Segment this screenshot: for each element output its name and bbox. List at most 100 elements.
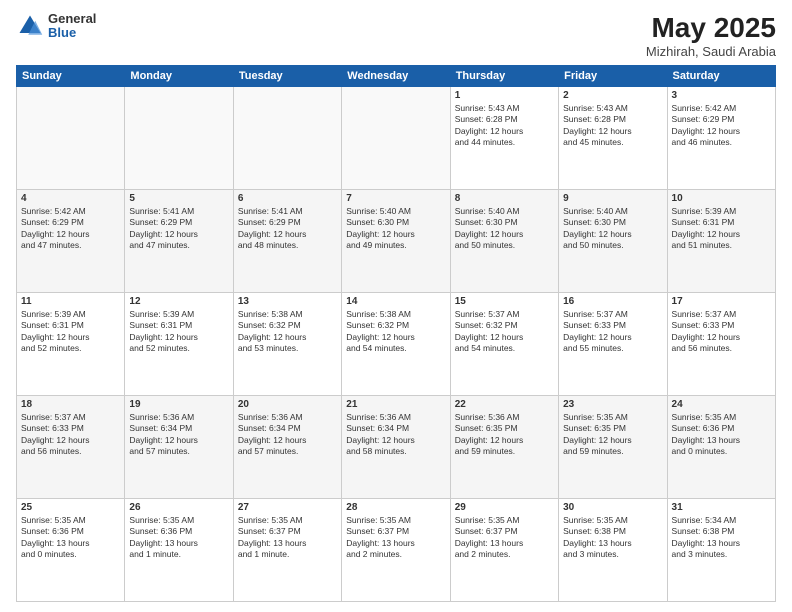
- day-info: Sunrise: 5:42 AM Sunset: 6:29 PM Dayligh…: [21, 206, 120, 252]
- calendar-week-row: 25Sunrise: 5:35 AM Sunset: 6:36 PM Dayli…: [17, 499, 776, 602]
- calendar-cell: [125, 87, 233, 190]
- day-number: 6: [238, 193, 337, 204]
- day-header-saturday: Saturday: [667, 66, 775, 87]
- calendar-week-row: 18Sunrise: 5:37 AM Sunset: 6:33 PM Dayli…: [17, 396, 776, 499]
- calendar-cell: 26Sunrise: 5:35 AM Sunset: 6:36 PM Dayli…: [125, 499, 233, 602]
- day-number: 30: [563, 502, 662, 513]
- calendar-cell: [342, 87, 450, 190]
- calendar-week-row: 11Sunrise: 5:39 AM Sunset: 6:31 PM Dayli…: [17, 293, 776, 396]
- calendar-cell: [233, 87, 341, 190]
- day-info: Sunrise: 5:39 AM Sunset: 6:31 PM Dayligh…: [672, 206, 771, 252]
- logo-text: General Blue: [48, 12, 96, 41]
- day-info: Sunrise: 5:37 AM Sunset: 6:33 PM Dayligh…: [21, 412, 120, 458]
- day-info: Sunrise: 5:39 AM Sunset: 6:31 PM Dayligh…: [129, 309, 228, 355]
- day-info: Sunrise: 5:35 AM Sunset: 6:35 PM Dayligh…: [563, 412, 662, 458]
- calendar-cell: 22 Sunrise: 5:36 AM Sunset: 6:35 PM Dayli…: [450, 396, 558, 499]
- day-info: Sunrise: 5:36 AM Sunset: 6:34 PM Dayligh…: [238, 412, 337, 458]
- day-number: 16: [563, 296, 662, 307]
- day-info: Sunrise: 5:36 AM Sunset: 6:34 PM Dayligh…: [346, 412, 445, 458]
- day-number: 14: [346, 296, 445, 307]
- day-number: 9: [563, 193, 662, 204]
- day-info: Sunrise: 5:35 AM Sunset: 6:37 PM Dayligh…: [346, 515, 445, 561]
- day-number: 15: [455, 296, 554, 307]
- calendar-cell: 8Sunrise: 5:40 AM Sunset: 6:30 PM Daylig…: [450, 190, 558, 293]
- calendar-table: SundayMondayTuesdayWednesdayThursdayFrid…: [16, 65, 776, 602]
- day-number: 2: [563, 90, 662, 101]
- day-number: 21: [346, 399, 445, 410]
- day-header-tuesday: Tuesday: [233, 66, 341, 87]
- day-number: 29: [455, 502, 554, 513]
- calendar-cell: 28 Sunrise: 5:35 AM Sunset: 6:37 PM Dayli…: [342, 499, 450, 602]
- logo-general: General: [48, 12, 96, 26]
- day-info: Sunrise: 5:42 AM Sunset: 6:29 PM Dayligh…: [672, 103, 771, 149]
- calendar-cell: [17, 87, 125, 190]
- calendar-cell: 11Sunrise: 5:39 AM Sunset: 6:31 PM Dayli…: [17, 293, 125, 396]
- title-block: May 2025 Mizhirah, Saudi Arabia: [646, 12, 776, 59]
- calendar-cell: 14 Sunrise: 5:38 AM Sunset: 6:32 PM Dayli…: [342, 293, 450, 396]
- calendar-cell: 15 Sunrise: 5:37 AM Sunset: 6:32 PM Dayli…: [450, 293, 558, 396]
- day-number: 8: [455, 193, 554, 204]
- calendar-cell: 16Sunrise: 5:37 AM Sunset: 6:33 PM Dayli…: [559, 293, 667, 396]
- day-info: Sunrise: 5:39 AM Sunset: 6:31 PM Dayligh…: [21, 309, 120, 355]
- calendar-cell: 20 Sunrise: 5:36 AM Sunset: 6:34 PM Dayli…: [233, 396, 341, 499]
- day-number: 31: [672, 502, 771, 513]
- calendar-cell: 5Sunrise: 5:41 AM Sunset: 6:29 PM Daylig…: [125, 190, 233, 293]
- day-info: Sunrise: 5:40 AM Sunset: 6:30 PM Dayligh…: [346, 206, 445, 252]
- calendar-cell: 18Sunrise: 5:37 AM Sunset: 6:33 PM Dayli…: [17, 396, 125, 499]
- day-info: Sunrise: 5:35 AM Sunset: 6:38 PM Dayligh…: [563, 515, 662, 561]
- calendar-cell: 25Sunrise: 5:35 AM Sunset: 6:36 PM Dayli…: [17, 499, 125, 602]
- day-number: 17: [672, 296, 771, 307]
- calendar-cell: 29 Sunrise: 5:35 AM Sunset: 6:37 PM Dayli…: [450, 499, 558, 602]
- calendar-cell: 19Sunrise: 5:36 AM Sunset: 6:34 PM Dayli…: [125, 396, 233, 499]
- location: Mizhirah, Saudi Arabia: [646, 44, 776, 59]
- day-info: Sunrise: 5:38 AM Sunset: 6:32 PM Dayligh…: [346, 309, 445, 355]
- month-year: May 2025: [646, 12, 776, 44]
- day-header-wednesday: Wednesday: [342, 66, 450, 87]
- calendar-cell: 13 Sunrise: 5:38 AM Sunset: 6:32 PM Dayli…: [233, 293, 341, 396]
- calendar-week-row: 1 Sunrise: 5:43 AM Sunset: 6:28 PM Daylig…: [17, 87, 776, 190]
- calendar-cell: 4 Sunrise: 5:42 AM Sunset: 6:29 PM Daylig…: [17, 190, 125, 293]
- logo-blue: Blue: [48, 26, 96, 40]
- calendar-cell: 3 Sunrise: 5:42 AM Sunset: 6:29 PM Daylig…: [667, 87, 775, 190]
- calendar-cell: 2 Sunrise: 5:43 AM Sunset: 6:28 PM Daylig…: [559, 87, 667, 190]
- day-number: 22: [455, 399, 554, 410]
- day-number: 10: [672, 193, 771, 204]
- calendar-cell: 21 Sunrise: 5:36 AM Sunset: 6:34 PM Dayli…: [342, 396, 450, 499]
- calendar-header-row: SundayMondayTuesdayWednesdayThursdayFrid…: [17, 66, 776, 87]
- day-info: Sunrise: 5:35 AM Sunset: 6:37 PM Dayligh…: [455, 515, 554, 561]
- day-number: 24: [672, 399, 771, 410]
- page: General Blue May 2025 Mizhirah, Saudi Ar…: [0, 0, 792, 612]
- day-info: Sunrise: 5:35 AM Sunset: 6:36 PM Dayligh…: [129, 515, 228, 561]
- day-header-thursday: Thursday: [450, 66, 558, 87]
- day-number: 20: [238, 399, 337, 410]
- calendar-cell: 7 Sunrise: 5:40 AM Sunset: 6:30 PM Daylig…: [342, 190, 450, 293]
- day-info: Sunrise: 5:35 AM Sunset: 6:37 PM Dayligh…: [238, 515, 337, 561]
- day-number: 28: [346, 502, 445, 513]
- day-info: Sunrise: 5:43 AM Sunset: 6:28 PM Dayligh…: [563, 103, 662, 149]
- calendar-cell: 30 Sunrise: 5:35 AM Sunset: 6:38 PM Dayli…: [559, 499, 667, 602]
- day-number: 3: [672, 90, 771, 101]
- calendar-cell: 10 Sunrise: 5:39 AM Sunset: 6:31 PM Dayli…: [667, 190, 775, 293]
- day-number: 7: [346, 193, 445, 204]
- day-number: 1: [455, 90, 554, 101]
- day-info: Sunrise: 5:40 AM Sunset: 6:30 PM Dayligh…: [563, 206, 662, 252]
- day-number: 4: [21, 193, 120, 204]
- day-info: Sunrise: 5:38 AM Sunset: 6:32 PM Dayligh…: [238, 309, 337, 355]
- calendar-week-row: 4 Sunrise: 5:42 AM Sunset: 6:29 PM Daylig…: [17, 190, 776, 293]
- day-number: 23: [563, 399, 662, 410]
- day-header-monday: Monday: [125, 66, 233, 87]
- calendar-cell: 12 Sunrise: 5:39 AM Sunset: 6:31 PM Dayli…: [125, 293, 233, 396]
- calendar-cell: 23 Sunrise: 5:35 AM Sunset: 6:35 PM Dayli…: [559, 396, 667, 499]
- day-header-friday: Friday: [559, 66, 667, 87]
- day-info: Sunrise: 5:37 AM Sunset: 6:32 PM Dayligh…: [455, 309, 554, 355]
- day-number: 12: [129, 296, 228, 307]
- calendar-cell: 17 Sunrise: 5:37 AM Sunset: 6:33 PM Dayli…: [667, 293, 775, 396]
- day-header-sunday: Sunday: [17, 66, 125, 87]
- day-info: Sunrise: 5:36 AM Sunset: 6:35 PM Dayligh…: [455, 412, 554, 458]
- day-info: Sunrise: 5:34 AM Sunset: 6:38 PM Dayligh…: [672, 515, 771, 561]
- day-info: Sunrise: 5:35 AM Sunset: 6:36 PM Dayligh…: [21, 515, 120, 561]
- day-number: 13: [238, 296, 337, 307]
- day-info: Sunrise: 5:41 AM Sunset: 6:29 PM Dayligh…: [238, 206, 337, 252]
- day-info: Sunrise: 5:37 AM Sunset: 6:33 PM Dayligh…: [672, 309, 771, 355]
- logo-icon: [16, 12, 44, 40]
